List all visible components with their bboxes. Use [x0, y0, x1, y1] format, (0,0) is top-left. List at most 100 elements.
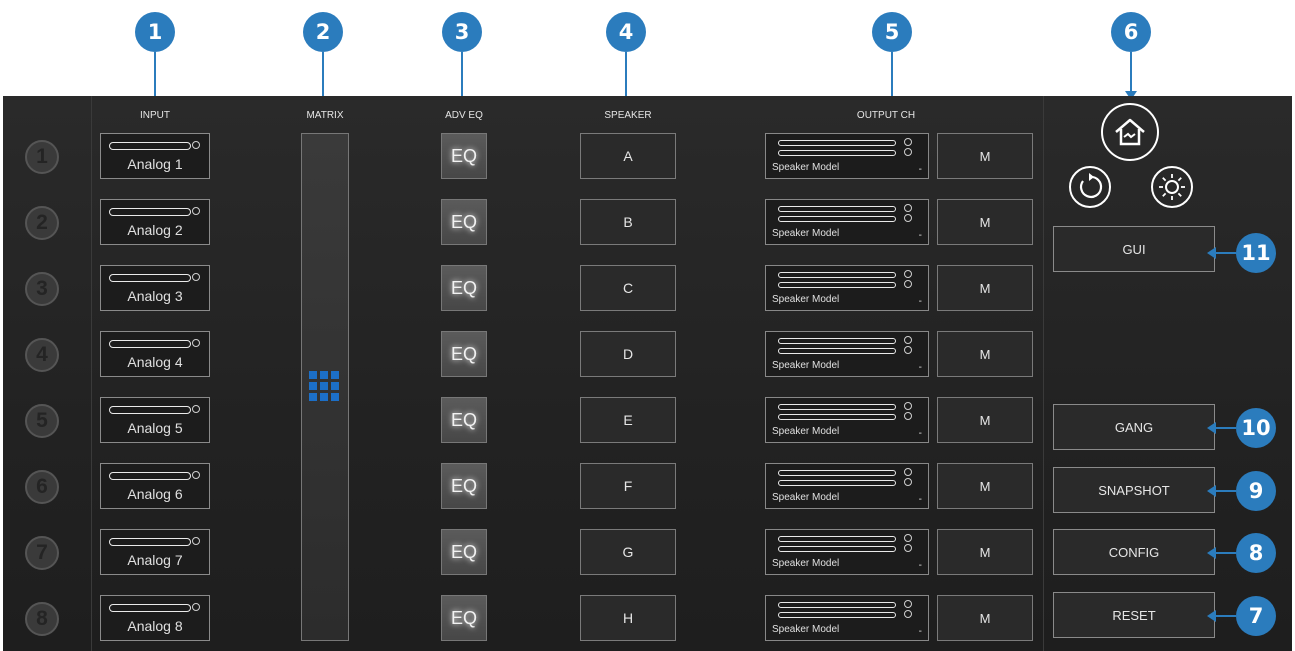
- mute-button[interactable]: M: [937, 595, 1033, 641]
- column-divider-right: [1043, 96, 1044, 651]
- output-channel[interactable]: Speaker Model -: [765, 397, 929, 443]
- output-channel[interactable]: Speaker Model -: [765, 529, 929, 575]
- header-adv-eq: ADV EQ: [445, 110, 483, 121]
- output-meter-a: [778, 338, 896, 344]
- eq-button[interactable]: EQ: [441, 397, 487, 443]
- eq-button[interactable]: EQ: [441, 529, 487, 575]
- callout-4-line: [625, 52, 627, 98]
- gui-button[interactable]: GUI: [1053, 226, 1215, 272]
- eq-button[interactable]: EQ: [441, 133, 487, 179]
- mute-button[interactable]: M: [937, 133, 1033, 179]
- gang-button[interactable]: GANG: [1053, 404, 1215, 450]
- speaker-button[interactable]: F: [580, 463, 676, 509]
- input-channel[interactable]: Analog 5: [100, 397, 210, 443]
- refresh-icon[interactable]: [1069, 166, 1111, 208]
- output-speaker-model: Speaker Model: [772, 492, 840, 503]
- input-channel[interactable]: Analog 4: [100, 331, 210, 377]
- input-clip-led: [192, 471, 200, 479]
- channel-number-label: 4: [36, 343, 48, 366]
- callout-4: 4: [606, 12, 646, 52]
- header-output-ch: OUTPUT CH: [856, 110, 916, 121]
- reset-button[interactable]: RESET: [1053, 592, 1215, 638]
- output-channel[interactable]: Speaker Model -: [765, 595, 929, 641]
- mute-button[interactable]: M: [937, 463, 1033, 509]
- speaker-button[interactable]: D: [580, 331, 676, 377]
- output-led-b: [904, 544, 912, 552]
- config-button[interactable]: CONFIG: [1053, 529, 1215, 575]
- mute-button[interactable]: M: [937, 529, 1033, 575]
- channel-number: 8: [25, 602, 59, 636]
- mute-button[interactable]: M: [937, 397, 1033, 443]
- output-value: -: [918, 626, 922, 637]
- output-channel[interactable]: Speaker Model -: [765, 199, 929, 245]
- matrix-grid-icon: [309, 371, 339, 401]
- output-led-a: [904, 600, 912, 608]
- output-speaker-model: Speaker Model: [772, 558, 840, 569]
- input-clip-led: [192, 141, 200, 149]
- home-icon[interactable]: [1101, 103, 1159, 161]
- output-channel[interactable]: Speaker Model -: [765, 463, 929, 509]
- mute-button[interactable]: M: [937, 265, 1033, 311]
- channel-number: 4: [25, 338, 59, 372]
- speaker-button[interactable]: C: [580, 265, 676, 311]
- output-value: -: [918, 362, 922, 373]
- callout-1-line: [154, 52, 156, 98]
- input-channel[interactable]: Analog 2: [100, 199, 210, 245]
- mute-button[interactable]: M: [937, 331, 1033, 377]
- output-channel[interactable]: Speaker Model -: [765, 265, 929, 311]
- channel-number: 7: [25, 536, 59, 570]
- brightness-icon[interactable]: [1151, 166, 1193, 208]
- header-speaker: SPEAKER: [604, 110, 652, 121]
- input-channel[interactable]: Analog 3: [100, 265, 210, 311]
- output-value: -: [918, 296, 922, 307]
- speaker-button[interactable]: G: [580, 529, 676, 575]
- eq-button[interactable]: EQ: [441, 265, 487, 311]
- channel-number-label: 6: [36, 475, 48, 498]
- output-meter-a: [778, 536, 896, 542]
- callout-9: 9: [1236, 471, 1276, 511]
- output-led-a: [904, 138, 912, 146]
- eq-button[interactable]: EQ: [441, 595, 487, 641]
- output-speaker-model: Speaker Model: [772, 624, 840, 635]
- input-label: Analog 2: [127, 222, 183, 238]
- output-channel[interactable]: Speaker Model -: [765, 331, 929, 377]
- input-clip-led: [192, 273, 200, 281]
- channel-number-label: 3: [36, 277, 48, 300]
- output-channel[interactable]: Speaker Model -: [765, 133, 929, 179]
- console-panel: INPUT MATRIX ADV EQ SPEAKER OUTPUT CH 1 …: [3, 96, 1292, 651]
- output-led-b: [904, 478, 912, 486]
- output-value: -: [918, 164, 922, 175]
- output-led-a: [904, 270, 912, 278]
- mute-button[interactable]: M: [937, 199, 1033, 245]
- output-meter-b: [778, 216, 896, 222]
- channel-number: 1: [25, 140, 59, 174]
- output-meter-b: [778, 480, 896, 486]
- input-level-meter: [109, 538, 191, 546]
- eq-button[interactable]: EQ: [441, 331, 487, 377]
- input-channel[interactable]: Analog 1: [100, 133, 210, 179]
- input-channel[interactable]: Analog 7: [100, 529, 210, 575]
- callout-8-line: [1214, 552, 1236, 554]
- callout-3: 3: [442, 12, 482, 52]
- eq-button[interactable]: EQ: [441, 463, 487, 509]
- matrix-button[interactable]: [301, 133, 349, 641]
- output-speaker-model: Speaker Model: [772, 426, 840, 437]
- output-meter-b: [778, 612, 896, 618]
- speaker-button[interactable]: E: [580, 397, 676, 443]
- input-label: Analog 1: [127, 156, 183, 172]
- input-level-meter: [109, 472, 191, 480]
- eq-button[interactable]: EQ: [441, 199, 487, 245]
- input-label: Analog 4: [127, 354, 183, 370]
- speaker-button[interactable]: B: [580, 199, 676, 245]
- input-channel[interactable]: Analog 8: [100, 595, 210, 641]
- snapshot-button[interactable]: SNAPSHOT: [1053, 467, 1215, 513]
- input-channel[interactable]: Analog 6: [100, 463, 210, 509]
- input-clip-led: [192, 405, 200, 413]
- callout-5-line: [891, 52, 893, 98]
- speaker-button[interactable]: H: [580, 595, 676, 641]
- output-led-b: [904, 412, 912, 420]
- header-matrix: MATRIX: [306, 110, 344, 121]
- input-label: Analog 8: [127, 618, 183, 634]
- input-level-meter: [109, 406, 191, 414]
- speaker-button[interactable]: A: [580, 133, 676, 179]
